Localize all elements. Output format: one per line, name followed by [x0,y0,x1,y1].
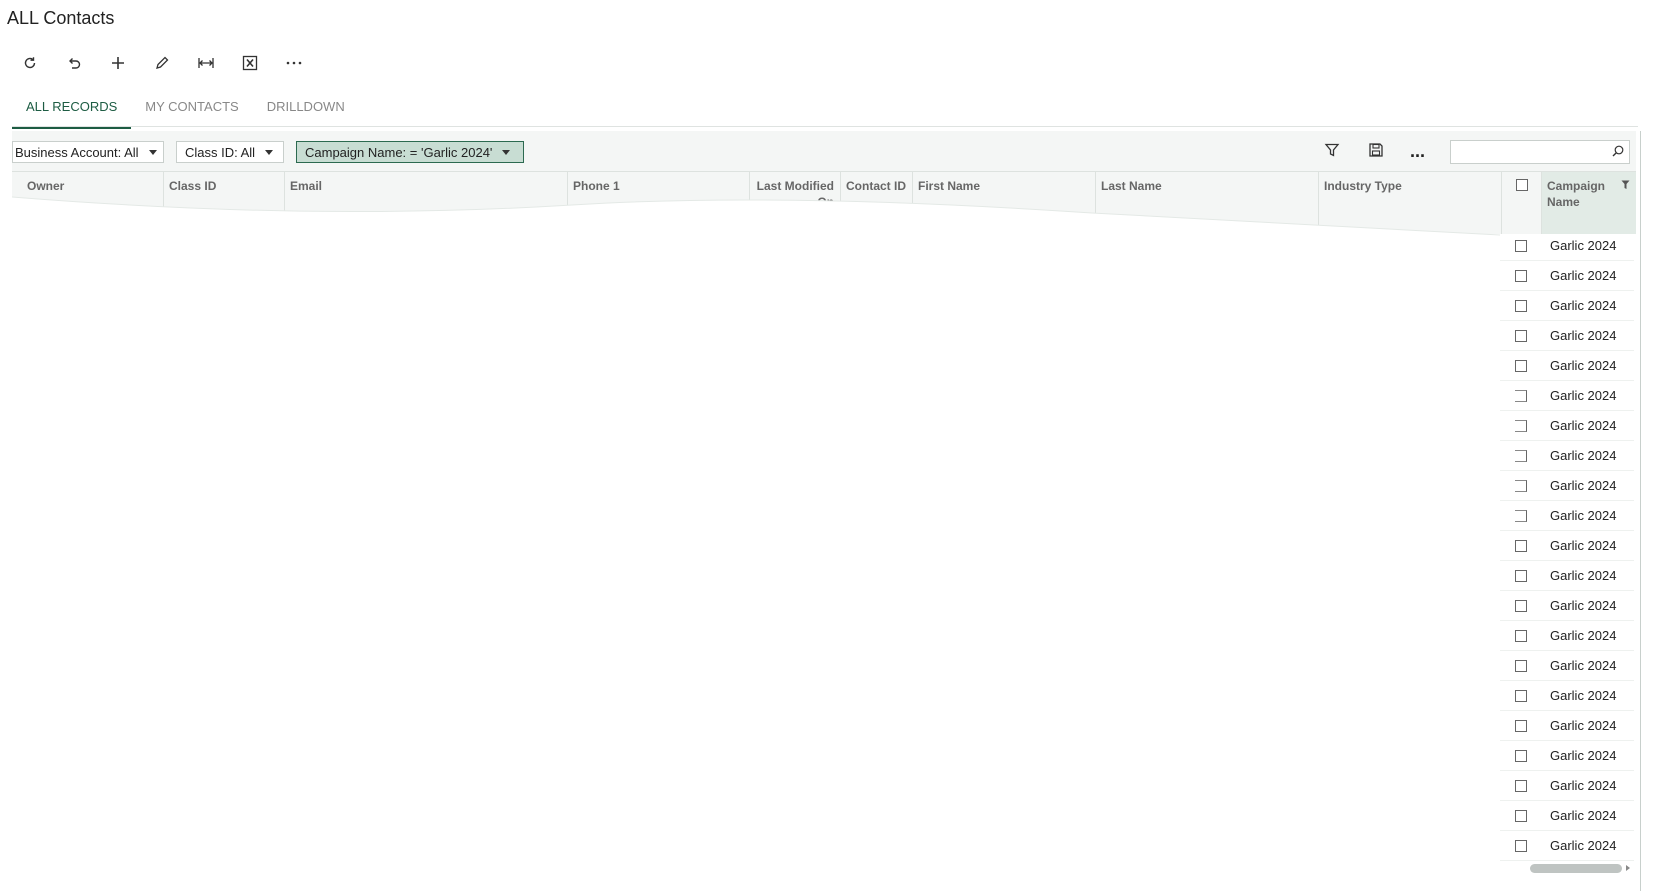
row-checkbox[interactable] [1515,449,1527,462]
contacts-grid: Business Account: All Class ID: All Camp… [12,131,1641,891]
campaign-cell: Garlic 2024 [1550,478,1617,493]
table-row[interactable]: Garlic 2024 [1500,231,1634,261]
torn-overlay [12,196,1636,241]
table-row[interactable]: Garlic 2024 [1500,561,1634,591]
row-checkbox[interactable] [1515,329,1527,342]
undo-icon[interactable] [52,50,96,76]
campaign-cell: Garlic 2024 [1550,748,1617,763]
row-checkbox[interactable] [1515,479,1527,492]
campaign-cell: Garlic 2024 [1550,568,1617,583]
table-row[interactable]: Garlic 2024 [1500,291,1634,321]
more-icon[interactable] [272,50,316,76]
table-row[interactable]: Garlic 2024 [1500,261,1634,291]
toolbar [8,50,316,76]
row-checkbox[interactable] [1515,569,1527,582]
table-row[interactable]: Garlic 2024 [1500,531,1634,561]
campaign-cell: Garlic 2024 [1550,298,1617,313]
row-checkbox[interactable] [1515,389,1527,402]
horizontal-scrollbar[interactable] [1522,862,1632,874]
page-title: ALL Contacts [7,8,115,28]
campaign-cell: Garlic 2024 [1550,388,1617,403]
campaign-cell: Garlic 2024 [1550,778,1617,793]
scrollbar-thumb[interactable] [1530,864,1622,873]
add-icon[interactable] [96,50,140,76]
table-row[interactable]: Garlic 2024 [1500,471,1634,501]
row-checkbox[interactable] [1515,239,1527,252]
row-checkbox[interactable] [1515,599,1527,612]
tab-my-contacts[interactable]: MY CONTACTS [131,88,252,126]
campaign-cell: Garlic 2024 [1550,838,1617,853]
row-checkbox[interactable] [1515,299,1527,312]
campaign-cell: Garlic 2024 [1550,628,1617,643]
campaign-cell: Garlic 2024 [1550,238,1617,253]
refresh-icon[interactable] [8,50,52,76]
table-row[interactable]: Garlic 2024 [1500,741,1634,771]
campaign-cell: Garlic 2024 [1550,538,1617,553]
table-row[interactable]: Garlic 2024 [1500,321,1634,351]
table-row[interactable]: Garlic 2024 [1500,441,1634,471]
campaign-cell: Garlic 2024 [1550,268,1617,283]
table-row[interactable]: Garlic 2024 [1500,681,1634,711]
table-row[interactable]: Garlic 2024 [1500,501,1634,531]
row-checkbox[interactable] [1515,419,1527,432]
table-row[interactable]: Garlic 2024 [1500,591,1634,621]
table-row[interactable]: Garlic 2024 [1500,711,1634,741]
row-checkbox[interactable] [1515,809,1527,822]
campaign-cell: Garlic 2024 [1550,508,1617,523]
edit-icon[interactable] [140,50,184,76]
campaign-cell: Garlic 2024 [1550,358,1617,373]
campaign-cell: Garlic 2024 [1550,448,1617,463]
grid-rows: Garlic 2024 Garlic 2024 Garlic 2024 Garl… [1500,231,1634,861]
table-row[interactable]: Garlic 2024 [1500,621,1634,651]
campaign-cell: Garlic 2024 [1550,688,1617,703]
campaign-cell: Garlic 2024 [1550,808,1617,823]
row-checkbox[interactable] [1515,359,1527,372]
campaign-cell: Garlic 2024 [1550,718,1617,733]
table-row[interactable]: Garlic 2024 [1500,801,1634,831]
row-checkbox[interactable] [1515,269,1527,282]
tab-drilldown[interactable]: DRILLDOWN [253,88,359,126]
row-checkbox[interactable] [1515,839,1527,852]
campaign-cell: Garlic 2024 [1550,598,1617,613]
scroll-right-icon[interactable] [1626,865,1630,871]
row-checkbox[interactable] [1515,749,1527,762]
fit-columns-icon[interactable] [184,50,228,76]
table-row[interactable]: Garlic 2024 [1500,411,1634,441]
campaign-cell: Garlic 2024 [1550,658,1617,673]
row-checkbox[interactable] [1515,689,1527,702]
row-checkbox[interactable] [1515,539,1527,552]
tab-all-records[interactable]: ALL RECORDS [12,88,132,129]
table-row[interactable]: Garlic 2024 [1500,831,1634,861]
table-row[interactable]: Garlic 2024 [1500,771,1634,801]
table-row[interactable]: Garlic 2024 [1500,381,1634,411]
tab-strip: ALL RECORDS MY CONTACTS DRILLDOWN [12,88,359,129]
table-row[interactable]: Garlic 2024 [1500,351,1634,381]
row-checkbox[interactable] [1515,629,1527,642]
row-checkbox[interactable] [1515,659,1527,672]
row-checkbox[interactable] [1515,509,1527,522]
campaign-cell: Garlic 2024 [1550,328,1617,343]
row-checkbox[interactable] [1515,779,1527,792]
campaign-cell: Garlic 2024 [1550,418,1617,433]
tab-divider [12,126,1638,127]
row-checkbox[interactable] [1515,719,1527,732]
table-row[interactable]: Garlic 2024 [1500,651,1634,681]
export-excel-icon[interactable] [228,50,272,76]
